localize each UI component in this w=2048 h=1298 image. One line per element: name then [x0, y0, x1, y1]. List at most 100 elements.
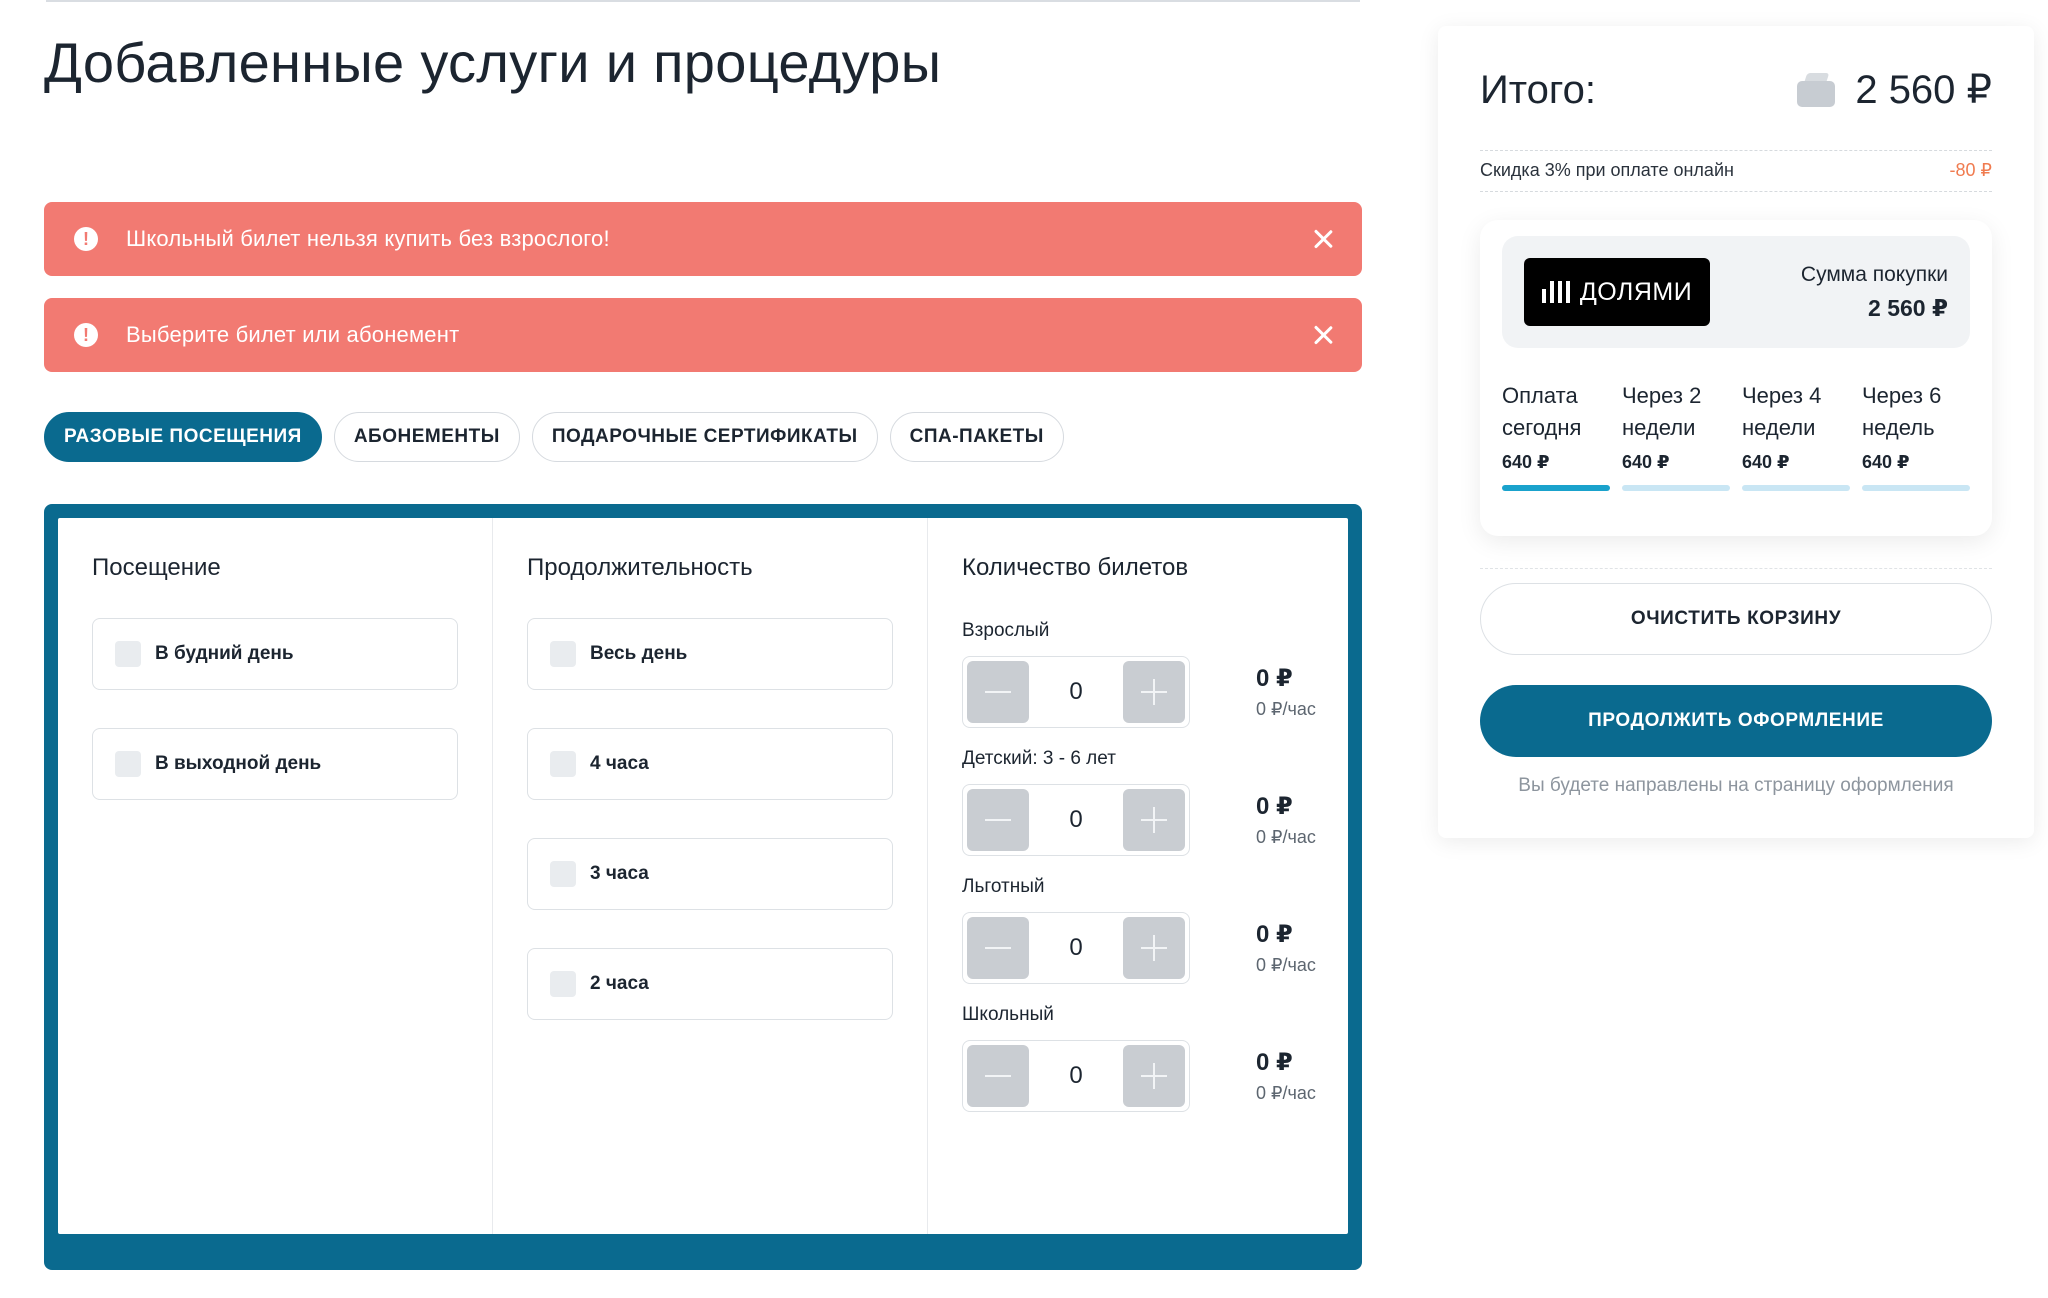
dolyami-installments-card[interactable]: ДОЛЯМИ Сумма покупки 2 560 ₽ Оплата сего…	[1480, 220, 1992, 536]
plus-icon[interactable]	[1123, 917, 1185, 979]
alert-text: Выберите билет или абонемент	[126, 322, 460, 347]
page-title: Добавленные услуги и процедуры	[44, 31, 942, 94]
duration-title: Продолжительность	[527, 554, 753, 581]
installment-item: Через 2 недели 640 ₽	[1622, 380, 1730, 491]
option-label: 2 часа	[590, 973, 649, 994]
ticket-price: 0 ₽	[1256, 921, 1293, 948]
option-label: 3 часа	[590, 863, 649, 884]
option-4-hours[interactable]: 4 часа	[527, 728, 893, 800]
checkbox[interactable]	[115, 751, 141, 777]
plus-icon[interactable]	[1123, 789, 1185, 851]
option-label: В будний день	[155, 643, 294, 664]
installment-amount: 640 ₽	[1502, 452, 1550, 472]
installment-bar	[1622, 485, 1730, 491]
quantity-stepper	[962, 784, 1190, 856]
ticket-rate: 0 ₽/час	[1256, 827, 1316, 847]
plus-icon[interactable]	[1123, 1045, 1185, 1107]
quantity-stepper	[962, 656, 1190, 728]
alert-select-ticket: ! Выберите билет или абонемент	[44, 298, 1362, 372]
option-all-day[interactable]: Весь день	[527, 618, 893, 690]
ticket-adult: Взрослый 0 ₽ 0 ₽/час	[962, 620, 1328, 728]
minus-icon[interactable]	[967, 789, 1029, 851]
dolyami-logo-text: ДОЛЯМИ	[1579, 277, 1693, 306]
dolyami-logo: ДОЛЯМИ	[1524, 258, 1710, 326]
ticket-rate: 0 ₽/час	[1256, 955, 1316, 975]
option-weekday[interactable]: В будний день	[92, 618, 458, 690]
installment-amount: 640 ₽	[1742, 452, 1790, 472]
installment-item: Через 6 недель 640 ₽	[1862, 380, 1970, 491]
ticket-label: Школьный	[962, 1004, 1054, 1025]
tab-spa-packages[interactable]: СПА-ПАКЕТЫ	[889, 412, 1064, 462]
tickets-title: Количество билетов	[962, 554, 1189, 581]
quantity-stepper	[962, 912, 1190, 984]
summary-divider	[1480, 150, 1992, 151]
summary-divider	[1480, 191, 1992, 192]
visit-title: Посещение	[92, 554, 221, 581]
duration-column: Продолжительность Весь день 4 часа 3 час…	[493, 518, 928, 1234]
installment-amount: 640 ₽	[1622, 452, 1670, 472]
tickets-column: Количество билетов Взрослый 0 ₽ 0 ₽/час	[928, 518, 1348, 1234]
ticket-price: 0 ₽	[1256, 665, 1293, 692]
minus-icon[interactable]	[967, 917, 1029, 979]
minus-icon[interactable]	[967, 1045, 1029, 1107]
checkbox[interactable]	[550, 971, 576, 997]
checkbox[interactable]	[115, 641, 141, 667]
minus-icon[interactable]	[967, 661, 1029, 723]
discount-row: Скидка 3% при оплате онлайн -80 ₽	[1480, 153, 1992, 187]
quantity-input[interactable]	[1046, 934, 1106, 962]
top-divider	[46, 0, 1360, 2]
ticket-rate: 0 ₽/час	[1256, 1083, 1316, 1103]
exclamation-circle-icon: !	[74, 227, 98, 251]
alert-school-ticket: ! Школьный билет нельзя купить без взрос…	[44, 202, 1362, 276]
discount-value: -80 ₽	[1949, 159, 1992, 180]
checkbox[interactable]	[550, 861, 576, 887]
option-label: В выходной день	[155, 753, 322, 774]
installment-schedule: Оплата сегодня 640 ₽ Через 2 недели 640 …	[1502, 380, 1970, 491]
quantity-stepper	[962, 1040, 1190, 1112]
installment-label: Оплата сегодня	[1502, 383, 1582, 440]
summary-total: 2 560 ₽	[1855, 68, 1992, 112]
tab-subscriptions[interactable]: АБОНЕМЕНТЫ	[333, 412, 520, 462]
purchase-amount: 2 560 ₽	[1868, 294, 1948, 321]
installment-label: Через 4 недели	[1742, 383, 1822, 440]
installment-label: Через 2 недели	[1622, 383, 1702, 440]
installment-bar	[1862, 485, 1970, 491]
order-summary: Итого: 2 560 ₽ Скидка 3% при оплате онла…	[1438, 26, 2034, 838]
installment-bar	[1502, 485, 1610, 491]
exclamation-circle-icon: !	[74, 323, 98, 347]
visit-column: Посещение В будний день В выходной день	[58, 518, 493, 1234]
ticket-school: Школьный 0 ₽ 0 ₽/час	[962, 1004, 1328, 1112]
option-label: 4 часа	[590, 753, 649, 774]
quantity-input[interactable]	[1046, 806, 1106, 834]
option-label: Весь день	[590, 643, 688, 664]
close-icon[interactable]	[1312, 324, 1334, 346]
discount-text: Скидка 3% при оплате онлайн	[1480, 159, 1734, 180]
installment-amount: 640 ₽	[1862, 452, 1910, 472]
installment-item: Оплата сегодня 640 ₽	[1502, 380, 1610, 491]
ticket-label: Взрослый	[962, 620, 1050, 641]
continue-checkout-button[interactable]: ПРОДОЛЖИТЬ ОФОРМЛЕНИЕ	[1480, 685, 1992, 757]
ticket-label: Льготный	[962, 876, 1045, 897]
ticket-type-tabs: РАЗОВЫЕ ПОСЕЩЕНИЯ АБОНЕМЕНТЫ ПОДАРОЧНЫЕ …	[44, 412, 1064, 462]
tab-gift-certificates[interactable]: ПОДАРОЧНЫЕ СЕРТИФИКАТЫ	[531, 412, 878, 462]
tab-single-visits[interactable]: РАЗОВЫЕ ПОСЕЩЕНИЯ	[44, 412, 322, 462]
checkbox[interactable]	[550, 641, 576, 667]
close-icon[interactable]	[1312, 228, 1334, 250]
plus-icon[interactable]	[1123, 661, 1185, 723]
alert-text: Школьный билет нельзя купить без взросло…	[126, 226, 610, 251]
clear-cart-button[interactable]: ОЧИСТИТЬ КОРЗИНУ	[1480, 583, 1992, 655]
summary-title: Итого:	[1480, 67, 1596, 112]
quantity-input[interactable]	[1046, 1062, 1106, 1090]
quantity-input[interactable]	[1046, 678, 1106, 706]
option-weekend[interactable]: В выходной день	[92, 728, 458, 800]
dolyami-bars-icon	[1541, 281, 1570, 303]
booking-panel-inner: Посещение В будний день В выходной день …	[58, 518, 1348, 1234]
wallet-icon	[1797, 73, 1836, 107]
summary-divider	[1480, 568, 1992, 569]
option-3-hours[interactable]: 3 часа	[527, 838, 893, 910]
booking-panel: Посещение В будний день В выходной день …	[44, 504, 1362, 1270]
checkbox[interactable]	[550, 751, 576, 777]
installment-bar	[1742, 485, 1850, 491]
ticket-price: 0 ₽	[1256, 793, 1293, 820]
option-2-hours[interactable]: 2 часа	[527, 948, 893, 1020]
